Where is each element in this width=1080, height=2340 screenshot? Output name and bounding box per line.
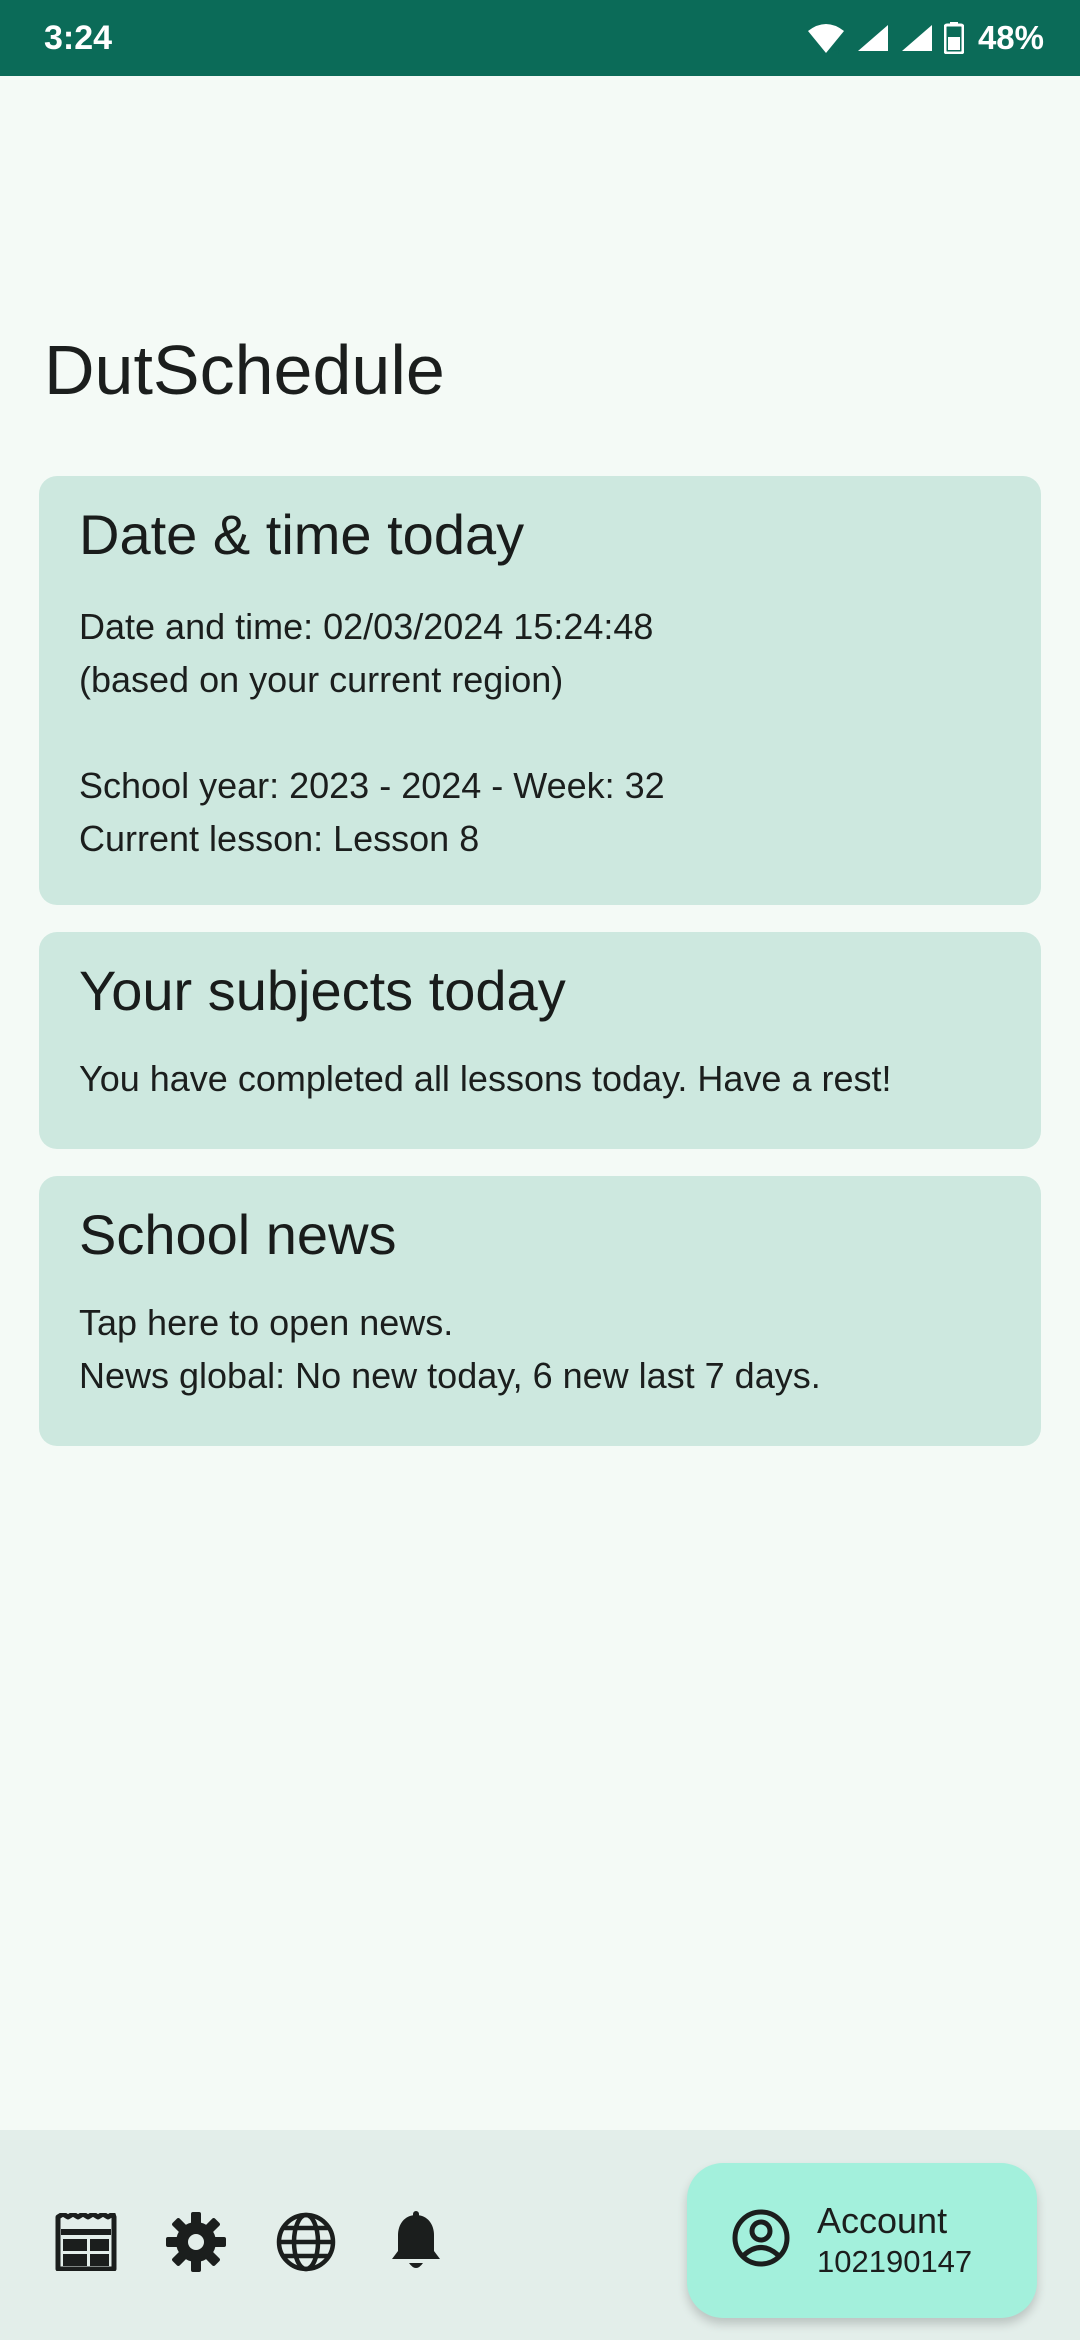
page-title: DutSchedule (44, 331, 445, 409)
account-circle-icon (731, 2208, 791, 2273)
datetime-card-title: Date & time today (79, 503, 525, 566)
datetime-card-body: Date and time: 02/03/2024 15:24:48 (base… (79, 600, 1001, 865)
settings-icon[interactable] (164, 2210, 228, 2274)
subjects-status: You have completed all lessons today. Ha… (79, 1057, 892, 1099)
account-button[interactable]: Account 102190147 (687, 2163, 1037, 2318)
news-summary: News global: No new today, 6 new last 7 … (79, 1354, 821, 1396)
datetime-line: Date and time: 02/03/2024 15:24:48 (79, 605, 654, 647)
schedule-icon[interactable] (54, 2210, 118, 2274)
datetime-card: Date & time today Date and time: 02/03/2… (39, 476, 1041, 905)
news-hint: Tap here to open news. (79, 1301, 454, 1343)
school-year-line: School year: 2023 - 2024 - Week: 32 (79, 764, 665, 806)
status-bar: 3:24 4 48% (0, 0, 1080, 76)
battery-percent: 48% (977, 19, 1044, 56)
region-note: (based on your current region) (79, 658, 564, 700)
news-card-title: School news (79, 1203, 397, 1266)
status-icons: 4 48% (806, 19, 1044, 57)
signal-icon (856, 23, 890, 53)
signal-icon (900, 23, 934, 53)
account-text: Account 102190147 (817, 2199, 972, 2282)
wifi-badge: 4 (832, 41, 840, 55)
news-card-body: Tap here to open news. News global: No n… (79, 1296, 1001, 1402)
account-label: Account (817, 2199, 948, 2241)
bell-icon[interactable] (384, 2210, 448, 2274)
status-time: 3:24 (44, 18, 113, 57)
account-id: 102190147 (817, 2243, 973, 2279)
globe-icon[interactable] (274, 2210, 338, 2274)
subjects-card-title: Your subjects today (79, 959, 566, 1022)
subjects-card[interactable]: Your subjects today You have completed a… (39, 932, 1041, 1149)
news-card[interactable]: School news Tap here to open news. News … (39, 1176, 1041, 1446)
subjects-card-body: You have completed all lessons today. Ha… (79, 1052, 1001, 1105)
wifi-icon: 4 (806, 21, 846, 55)
battery-icon (943, 22, 964, 54)
current-lesson-line: Current lesson: Lesson 8 (79, 817, 480, 859)
